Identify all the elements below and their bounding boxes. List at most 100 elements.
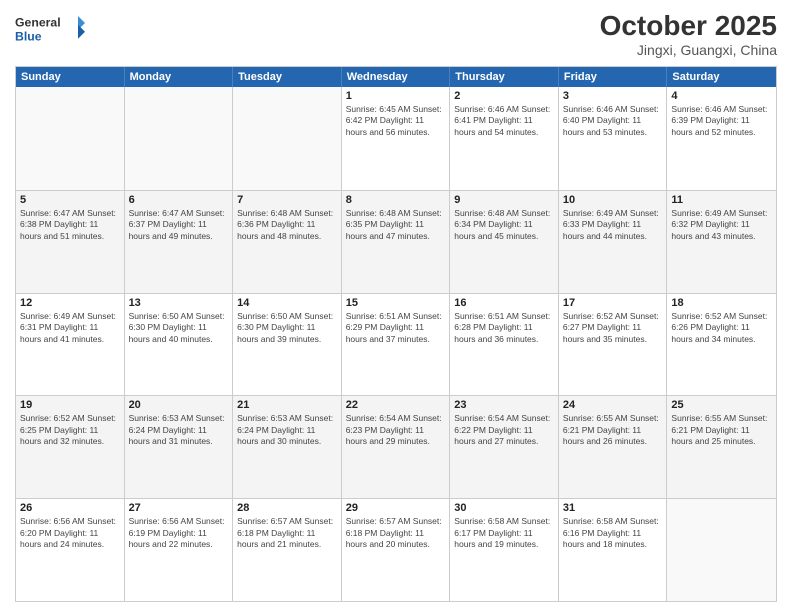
day-number: 17 bbox=[563, 297, 663, 309]
cal-header-day: Thursday bbox=[450, 67, 559, 87]
calendar-cell: 5 Sunrise: 6:47 AM Sunset: 6:38 PM Daylig… bbox=[16, 191, 125, 293]
logo-icon: General Blue bbox=[15, 10, 85, 50]
calendar-cell: 1Sunrise: 6:45 AM Sunset: 6:42 PM Daylig… bbox=[342, 87, 451, 190]
day-number: 16 bbox=[454, 297, 554, 309]
cal-header-day: Monday bbox=[125, 67, 234, 87]
day-info: Sunrise: 6:51 AM Sunset: 6:28 PM Dayligh… bbox=[454, 311, 554, 345]
day-number: 20 bbox=[129, 399, 229, 411]
day-number: 9 bbox=[454, 194, 554, 206]
day-number: 26 bbox=[20, 502, 120, 514]
calendar-cell: 27Sunrise: 6:56 AM Sunset: 6:19 PM Dayli… bbox=[125, 499, 234, 601]
day-info: Sunrise: 6:57 AM Sunset: 6:18 PM Dayligh… bbox=[237, 516, 337, 550]
calendar-cell: 25 Sunrise: 6:55 AM Sunset: 6:21 PM Dayli… bbox=[667, 396, 776, 498]
calendar-cell bbox=[125, 87, 234, 190]
calendar-cell: 21Sunrise: 6:53 AM Sunset: 6:24 PM Dayli… bbox=[233, 396, 342, 498]
calendar-row: 5 Sunrise: 6:47 AM Sunset: 6:38 PM Daylig… bbox=[16, 190, 776, 293]
day-info: Sunrise: 6:48 AM Sunset: 6:34 PM Dayligh… bbox=[454, 208, 554, 242]
day-info: Sunrise: 6:55 AM Sunset: 6:21 PM Dayligh… bbox=[671, 413, 772, 447]
calendar-cell: 11Sunrise: 6:49 AM Sunset: 6:32 PM Dayli… bbox=[667, 191, 776, 293]
calendar-cell: 14 Sunrise: 6:50 AM Sunset: 6:30 PM Dayli… bbox=[233, 294, 342, 396]
day-info: Sunrise: 6:54 AM Sunset: 6:23 PM Dayligh… bbox=[346, 413, 446, 447]
calendar-cell: 26 Sunrise: 6:56 AM Sunset: 6:20 PM Dayli… bbox=[16, 499, 125, 601]
day-info: Sunrise: 6:53 AM Sunset: 6:24 PM Dayligh… bbox=[237, 413, 337, 447]
day-info: Sunrise: 6:54 AM Sunset: 6:22 PM Dayligh… bbox=[454, 413, 554, 447]
day-number: 18 bbox=[671, 297, 772, 309]
day-info: Sunrise: 6:55 AM Sunset: 6:21 PM Dayligh… bbox=[563, 413, 663, 447]
calendar-row: 26 Sunrise: 6:56 AM Sunset: 6:20 PM Dayli… bbox=[16, 498, 776, 601]
day-number: 3 bbox=[563, 90, 663, 102]
day-number: 15 bbox=[346, 297, 446, 309]
day-number: 24 bbox=[563, 399, 663, 411]
day-info: Sunrise: 6:58 AM Sunset: 6:17 PM Dayligh… bbox=[454, 516, 554, 550]
calendar-cell: 6 Sunrise: 6:47 AM Sunset: 6:37 PM Daylig… bbox=[125, 191, 234, 293]
day-info: Sunrise: 6:52 AM Sunset: 6:25 PM Dayligh… bbox=[20, 413, 120, 447]
day-number: 23 bbox=[454, 399, 554, 411]
calendar-row: 19Sunrise: 6:52 AM Sunset: 6:25 PM Dayli… bbox=[16, 395, 776, 498]
day-info: Sunrise: 6:46 AM Sunset: 6:39 PM Dayligh… bbox=[671, 104, 772, 138]
calendar-cell: 17 Sunrise: 6:52 AM Sunset: 6:27 PM Dayli… bbox=[559, 294, 668, 396]
day-info: Sunrise: 6:56 AM Sunset: 6:19 PM Dayligh… bbox=[129, 516, 229, 550]
title-area: October 2025 Jingxi, Guangxi, China bbox=[600, 10, 777, 58]
calendar: SundayMondayTuesdayWednesdayThursdayFrid… bbox=[15, 66, 777, 602]
day-info: Sunrise: 6:50 AM Sunset: 6:30 PM Dayligh… bbox=[237, 311, 337, 345]
day-number: 14 bbox=[237, 297, 337, 309]
day-info: Sunrise: 6:47 AM Sunset: 6:37 PM Dayligh… bbox=[129, 208, 229, 242]
calendar-cell: 13 Sunrise: 6:50 AM Sunset: 6:30 PM Dayli… bbox=[125, 294, 234, 396]
month-title: October 2025 bbox=[600, 10, 777, 42]
calendar-cell: 4Sunrise: 6:46 AM Sunset: 6:39 PM Daylig… bbox=[667, 87, 776, 190]
day-info: Sunrise: 6:56 AM Sunset: 6:20 PM Dayligh… bbox=[20, 516, 120, 550]
cal-header-day: Sunday bbox=[16, 67, 125, 87]
calendar-cell: 18 Sunrise: 6:52 AM Sunset: 6:26 PM Dayli… bbox=[667, 294, 776, 396]
day-number: 30 bbox=[454, 502, 554, 514]
calendar-body: 1Sunrise: 6:45 AM Sunset: 6:42 PM Daylig… bbox=[16, 87, 776, 601]
calendar-cell: 28 Sunrise: 6:57 AM Sunset: 6:18 PM Dayli… bbox=[233, 499, 342, 601]
calendar-cell: 22 Sunrise: 6:54 AM Sunset: 6:23 PM Dayli… bbox=[342, 396, 451, 498]
day-number: 2 bbox=[454, 90, 554, 102]
calendar-header: SundayMondayTuesdayWednesdayThursdayFrid… bbox=[16, 67, 776, 87]
calendar-cell bbox=[16, 87, 125, 190]
cal-header-day: Wednesday bbox=[342, 67, 451, 87]
day-info: Sunrise: 6:50 AM Sunset: 6:30 PM Dayligh… bbox=[129, 311, 229, 345]
page: General Blue October 2025 Jingxi, Guangx… bbox=[0, 0, 792, 612]
calendar-cell: 8Sunrise: 6:48 AM Sunset: 6:35 PM Daylig… bbox=[342, 191, 451, 293]
cal-header-day: Friday bbox=[559, 67, 668, 87]
day-info: Sunrise: 6:57 AM Sunset: 6:18 PM Dayligh… bbox=[346, 516, 446, 550]
calendar-cell: 15 Sunrise: 6:51 AM Sunset: 6:29 PM Dayli… bbox=[342, 294, 451, 396]
calendar-cell: 23 Sunrise: 6:54 AM Sunset: 6:22 PM Dayli… bbox=[450, 396, 559, 498]
calendar-cell: 16 Sunrise: 6:51 AM Sunset: 6:28 PM Dayli… bbox=[450, 294, 559, 396]
day-info: Sunrise: 6:49 AM Sunset: 6:33 PM Dayligh… bbox=[563, 208, 663, 242]
svg-text:Blue: Blue bbox=[15, 30, 42, 44]
calendar-cell: 9 Sunrise: 6:48 AM Sunset: 6:34 PM Daylig… bbox=[450, 191, 559, 293]
day-number: 25 bbox=[671, 399, 772, 411]
day-number: 1 bbox=[346, 90, 446, 102]
day-number: 5 bbox=[20, 194, 120, 206]
day-number: 13 bbox=[129, 297, 229, 309]
calendar-cell: 7 Sunrise: 6:48 AM Sunset: 6:36 PM Daylig… bbox=[233, 191, 342, 293]
calendar-row: 12Sunrise: 6:49 AM Sunset: 6:31 PM Dayli… bbox=[16, 293, 776, 396]
calendar-cell: 20Sunrise: 6:53 AM Sunset: 6:24 PM Dayli… bbox=[125, 396, 234, 498]
day-number: 12 bbox=[20, 297, 120, 309]
day-number: 7 bbox=[237, 194, 337, 206]
day-info: Sunrise: 6:52 AM Sunset: 6:26 PM Dayligh… bbox=[671, 311, 772, 345]
day-info: Sunrise: 6:46 AM Sunset: 6:40 PM Dayligh… bbox=[563, 104, 663, 138]
calendar-cell: 19Sunrise: 6:52 AM Sunset: 6:25 PM Dayli… bbox=[16, 396, 125, 498]
day-info: Sunrise: 6:52 AM Sunset: 6:27 PM Dayligh… bbox=[563, 311, 663, 345]
calendar-cell: 2 Sunrise: 6:46 AM Sunset: 6:41 PM Daylig… bbox=[450, 87, 559, 190]
day-number: 28 bbox=[237, 502, 337, 514]
day-number: 22 bbox=[346, 399, 446, 411]
day-number: 6 bbox=[129, 194, 229, 206]
day-number: 10 bbox=[563, 194, 663, 206]
day-number: 8 bbox=[346, 194, 446, 206]
day-info: Sunrise: 6:51 AM Sunset: 6:29 PM Dayligh… bbox=[346, 311, 446, 345]
cal-header-day: Saturday bbox=[667, 67, 776, 87]
calendar-row: 1Sunrise: 6:45 AM Sunset: 6:42 PM Daylig… bbox=[16, 87, 776, 190]
day-number: 31 bbox=[563, 502, 663, 514]
day-info: Sunrise: 6:48 AM Sunset: 6:36 PM Dayligh… bbox=[237, 208, 337, 242]
location: Jingxi, Guangxi, China bbox=[600, 42, 777, 58]
cal-header-day: Tuesday bbox=[233, 67, 342, 87]
day-info: Sunrise: 6:49 AM Sunset: 6:32 PM Dayligh… bbox=[671, 208, 772, 242]
day-info: Sunrise: 6:46 AM Sunset: 6:41 PM Dayligh… bbox=[454, 104, 554, 138]
calendar-cell: 31Sunrise: 6:58 AM Sunset: 6:16 PM Dayli… bbox=[559, 499, 668, 601]
day-info: Sunrise: 6:47 AM Sunset: 6:38 PM Dayligh… bbox=[20, 208, 120, 242]
calendar-cell: 3 Sunrise: 6:46 AM Sunset: 6:40 PM Daylig… bbox=[559, 87, 668, 190]
